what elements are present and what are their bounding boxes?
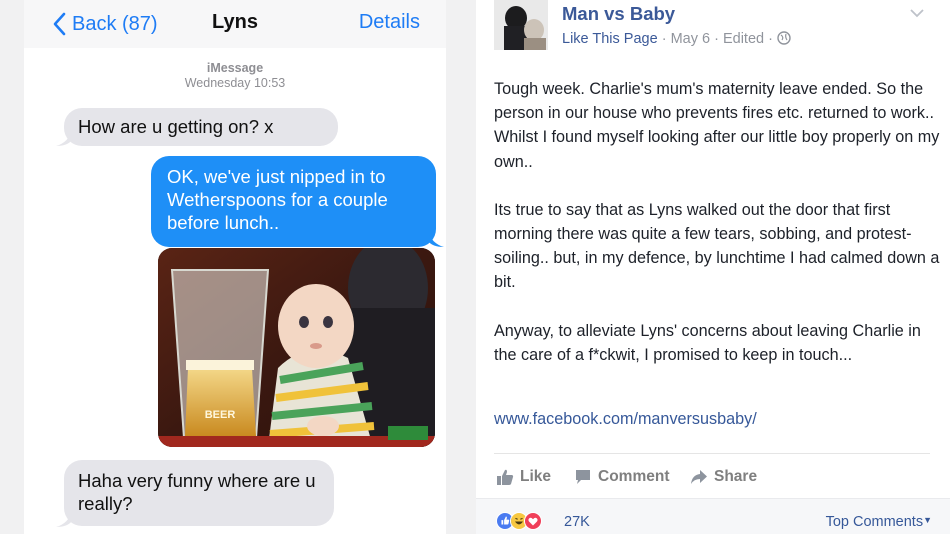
- service-label: iMessage: [206, 61, 264, 75]
- imessage-conversation: Back (87) Lyns Details iMessage Wednesda…: [24, 0, 446, 534]
- photo-message-baby-with-beer[interactable]: BEER: [158, 248, 435, 447]
- comment-button[interactable]: Comment: [574, 466, 669, 488]
- bubble-tail-icon: [56, 130, 72, 146]
- message-timestamp-header: iMessage Wednesday 10:53: [24, 61, 446, 91]
- comment-label: Comment: [598, 468, 670, 485]
- share-arrow-icon: [691, 470, 707, 484]
- bubble-tail-icon: [428, 231, 444, 247]
- post-options-chevron-icon[interactable]: [910, 8, 924, 18]
- post-link[interactable]: www.facebook.com/manversusbaby/: [494, 410, 757, 429]
- post-paragraph: Anyway, to alleviate Lyns' concerns abou…: [494, 321, 921, 364]
- imessage-nav-bar: Back (87) Lyns Details: [24, 0, 446, 48]
- divider: [494, 453, 930, 454]
- globe-icon[interactable]: [777, 31, 791, 45]
- details-button[interactable]: Details: [359, 11, 420, 34]
- meta-separator: ·: [714, 31, 719, 47]
- meta-separator: ·: [768, 31, 773, 47]
- love-reaction-icon: [524, 512, 542, 530]
- incoming-message-bubble[interactable]: Haha very funny where are u really?: [64, 460, 334, 526]
- post-date[interactable]: May 6: [671, 31, 711, 47]
- post-paragraph: Its true to say that as Lyns walked out …: [494, 200, 940, 292]
- reaction-icons[interactable]: [496, 511, 542, 531]
- thumbs-up-icon: [497, 469, 514, 485]
- comment-icon: [576, 470, 590, 484]
- reaction-count[interactable]: 27K: [564, 514, 590, 530]
- back-button-label: Back (87): [72, 12, 158, 35]
- message-text: OK, we've just nipped in to Wetherspoons…: [167, 166, 388, 233]
- page-avatar[interactable]: [494, 0, 548, 50]
- meta-separator: ·: [661, 31, 667, 47]
- top-comments-label: Top Comments: [825, 514, 924, 530]
- post-body: Tough week. Charlie's mum's maternity le…: [494, 77, 944, 367]
- post-meta: Like This Page · May 6 · Edited ·: [562, 31, 791, 47]
- like-button[interactable]: Like: [496, 466, 551, 488]
- reactions-bar: 27K Top Comments▼: [476, 498, 950, 534]
- post-paragraph: Tough week. Charlie's mum's maternity le…: [494, 80, 940, 171]
- facebook-post: Man vs Baby Like This Page · May 6 · Edi…: [476, 0, 950, 534]
- share-button[interactable]: Share: [690, 466, 757, 488]
- screenshot-root: Back (87) Lyns Details iMessage Wednesda…: [0, 0, 950, 534]
- outgoing-message-bubble[interactable]: OK, we've just nipped in to Wetherspoons…: [151, 156, 436, 247]
- back-button[interactable]: Back (87): [52, 10, 158, 38]
- timestamp-label: Wednesday 10:53: [184, 76, 286, 90]
- page-avatar-image: [494, 0, 548, 50]
- like-label: Like: [520, 468, 552, 485]
- page-name[interactable]: Man vs Baby: [562, 3, 675, 25]
- baby-photo-illustration: BEER: [158, 248, 435, 447]
- message-text: Haha very funny where are u really?: [78, 470, 316, 514]
- share-label: Share: [714, 468, 758, 485]
- incoming-message-bubble[interactable]: How are u getting on? x: [64, 108, 338, 146]
- glass-label: BEER: [205, 409, 236, 421]
- top-comments-dropdown[interactable]: Top Comments▼: [826, 514, 932, 530]
- chevron-left-icon: [53, 12, 66, 36]
- bubble-tail-icon: [56, 511, 72, 527]
- message-text: How are u getting on? x: [78, 116, 274, 137]
- like-page-link[interactable]: Like This Page: [562, 31, 658, 47]
- edited-label[interactable]: Edited: [723, 31, 764, 47]
- caret-down-icon: ▼: [923, 515, 932, 525]
